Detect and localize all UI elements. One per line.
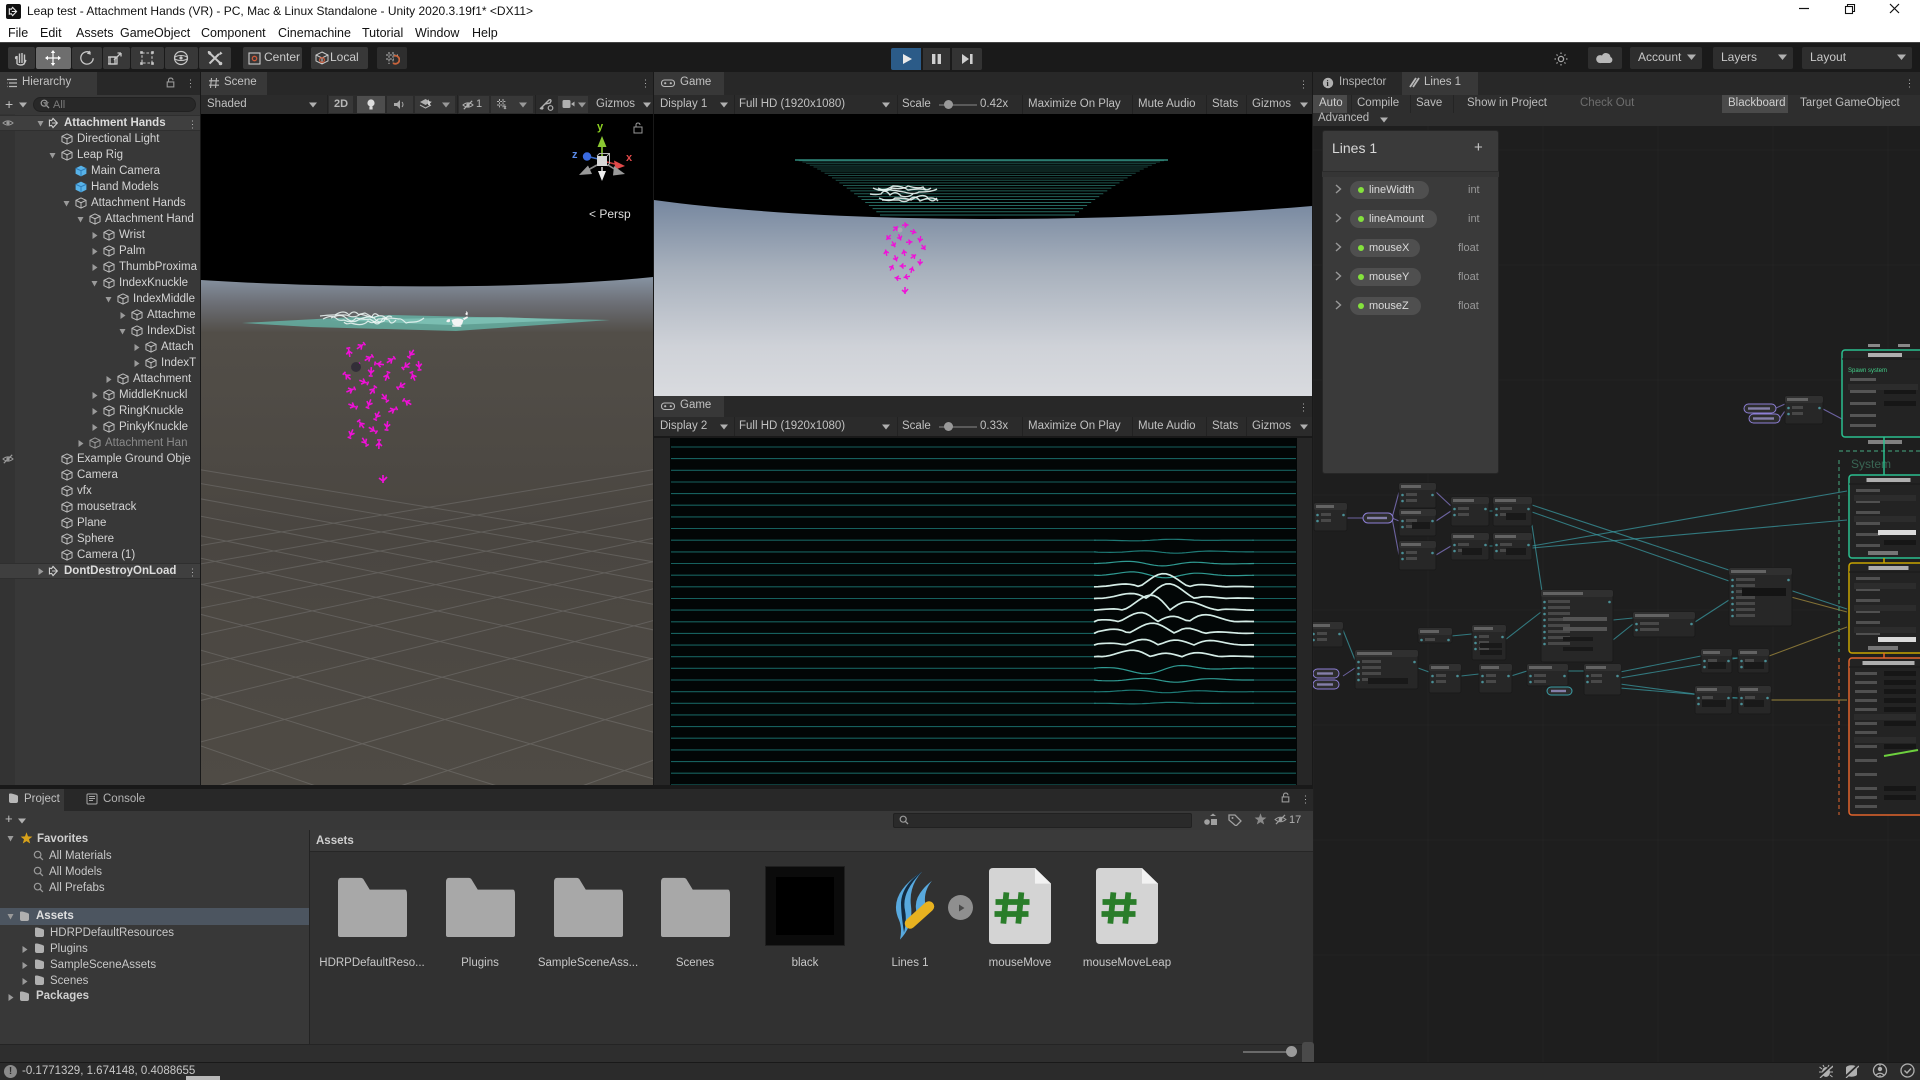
svg-text:Spawn system: Spawn system: [1848, 368, 1887, 374]
svg-text:z: z: [572, 149, 578, 161]
svg-text:y: y: [597, 121, 604, 133]
svg-text:x: x: [626, 152, 633, 164]
svg-text:System: System: [1851, 457, 1891, 471]
svg-text:< Persp: < Persp: [589, 207, 631, 221]
